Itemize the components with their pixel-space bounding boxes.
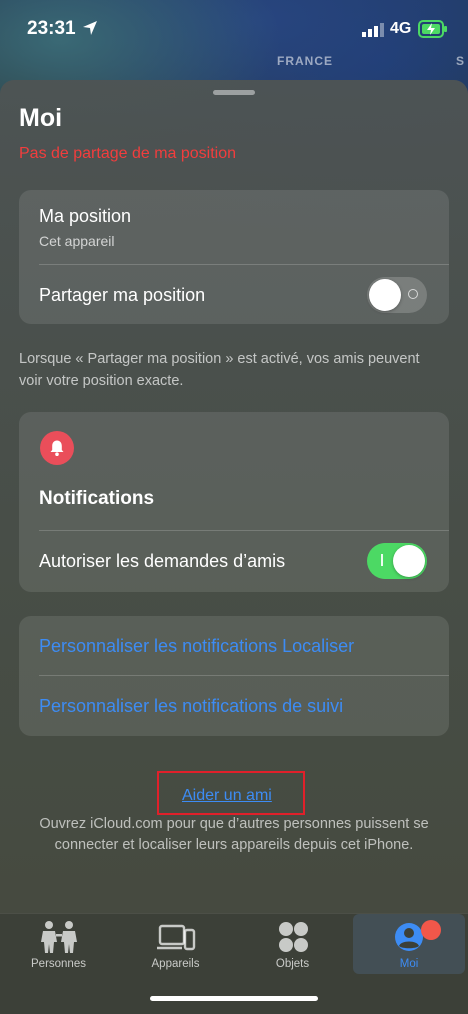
home-indicator[interactable] xyxy=(150,996,318,1001)
notification-links-card: Personnaliser les notifications Localise… xyxy=(19,616,449,736)
sheet-title: Moi xyxy=(19,104,63,132)
notifications-badge xyxy=(40,431,74,465)
friend-requests-label: Autoriser les demandes d’amis xyxy=(39,551,286,571)
tab-items[interactable]: Objets xyxy=(234,914,351,974)
devices-icon xyxy=(156,924,195,951)
my-position-title: Ma position xyxy=(39,206,132,226)
customize-find-notifications-link[interactable]: Personnaliser les notifications Localise… xyxy=(39,636,354,657)
divider xyxy=(39,675,449,676)
friend-requests-toggle[interactable] xyxy=(367,543,427,579)
divider xyxy=(39,530,449,531)
tab-devices[interactable]: Appareils xyxy=(117,914,234,974)
bell-icon xyxy=(50,440,64,456)
help-description: Ouvrez iCloud.com pour que d’autres pers… xyxy=(39,816,429,853)
my-position-subtitle: Cet appareil xyxy=(39,233,115,249)
tab-people[interactable]: Personnes xyxy=(0,914,117,974)
tab-me[interactable]: Moi xyxy=(353,914,465,974)
map-country-label: FRANCE xyxy=(277,54,333,68)
sharing-status: Pas de partage de ma position xyxy=(19,145,237,162)
tab-label: Moi xyxy=(399,958,419,970)
position-card: Ma position Cet appareil Partager ma pos… xyxy=(19,190,449,324)
network-type: 4G xyxy=(390,20,412,37)
location-arrow-icon xyxy=(83,21,97,35)
cellular-signal-icon xyxy=(362,23,384,37)
share-explanation: Lorsque « Partager ma position » est act… xyxy=(19,351,420,389)
people-icon xyxy=(40,921,77,953)
battery-charging-icon xyxy=(418,20,447,38)
notifications-title: Notifications xyxy=(39,488,155,509)
share-position-label: Partager ma position xyxy=(39,285,206,305)
customize-tracking-notifications-link[interactable]: Personnaliser les notifications de suivi xyxy=(39,696,343,717)
tab-label: Objets xyxy=(275,958,310,970)
notifications-card: Notifications Autoriser les demandes d’a… xyxy=(19,412,449,592)
items-icon xyxy=(278,922,308,952)
share-position-toggle[interactable] xyxy=(367,277,427,313)
toggle-knob xyxy=(393,545,425,577)
status-bar: 23:31 4G xyxy=(0,0,468,60)
map-edge-label: S xyxy=(456,54,465,68)
notification-badge xyxy=(421,920,441,940)
toggle-on-mark xyxy=(381,554,383,566)
help-a-friend-link[interactable]: Aider un ami xyxy=(182,787,272,805)
divider xyxy=(39,264,449,265)
tab-label: Personnes xyxy=(31,958,86,970)
toggle-off-mark xyxy=(408,289,418,299)
tab-label: Appareils xyxy=(151,958,200,970)
status-time: 23:31 xyxy=(27,18,76,39)
sheet-grabber[interactable] xyxy=(213,90,255,95)
toggle-knob xyxy=(369,279,401,311)
